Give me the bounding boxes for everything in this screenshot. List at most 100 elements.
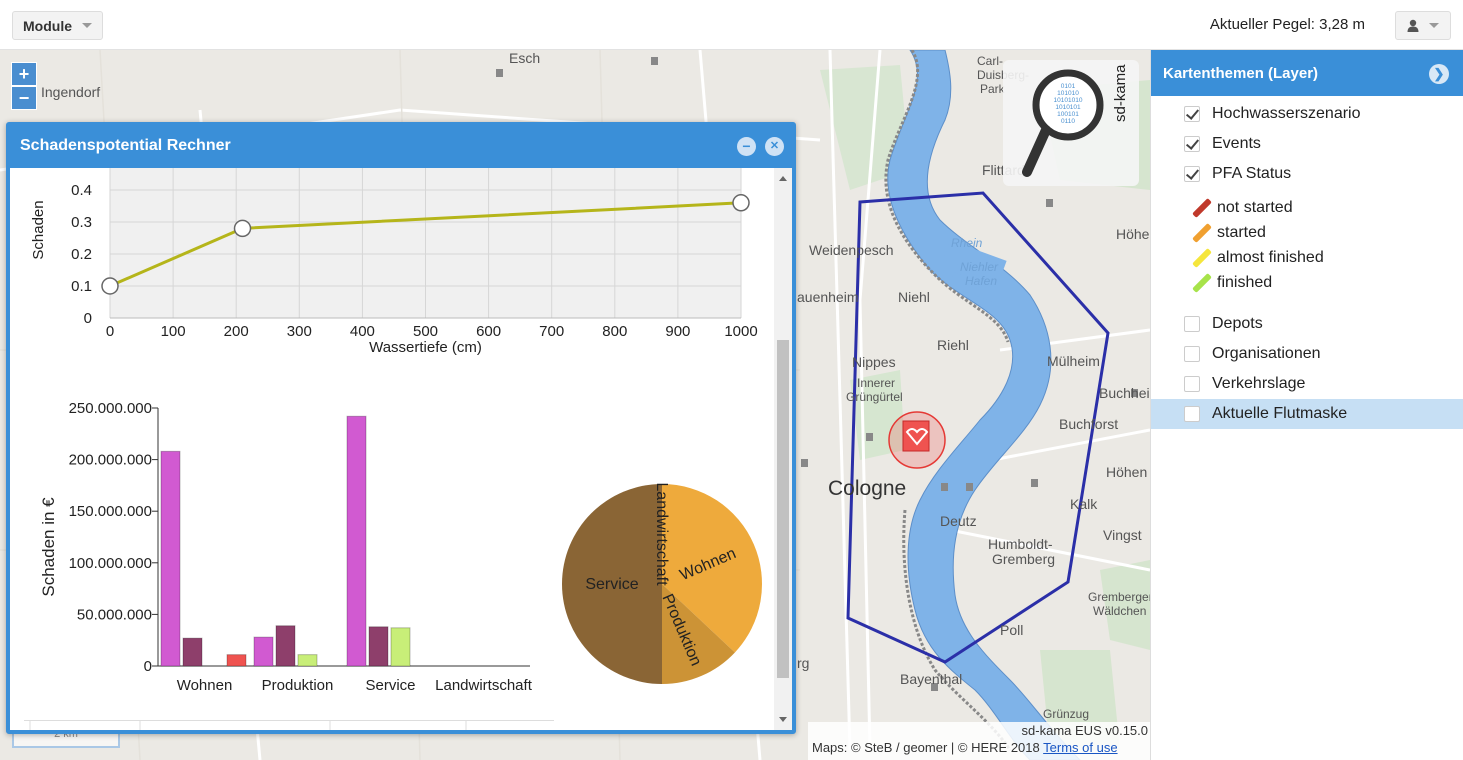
map-label: Gremberg (992, 551, 1056, 567)
y-tick-label: 0.1 (71, 278, 92, 295)
x-tick-label: 300 (287, 323, 312, 340)
data-point-handle[interactable] (732, 194, 750, 212)
layer-organisationen[interactable]: Organisationen (1151, 339, 1463, 369)
dialog-header[interactable]: Schadenspotential Rechner − ✕ (10, 126, 792, 168)
legend-swatch-icon (1192, 197, 1212, 218)
map-label: Carl- (977, 54, 1003, 68)
bar (346, 415, 367, 667)
x-tick-label: 1000 (724, 323, 757, 340)
bar (390, 627, 411, 667)
minimize-icon[interactable]: − (737, 137, 756, 156)
x-tick-label: Wohnen (177, 677, 233, 694)
layer-checkbox[interactable] (1184, 376, 1200, 392)
layer-label: Verkehrslage (1212, 375, 1306, 392)
user-icon (1407, 19, 1419, 32)
module-label: Module (23, 17, 72, 34)
x-tick-label: 400 (350, 323, 375, 340)
water-level-display: Aktueller Pegel: 3,28 m (1209, 16, 1365, 33)
map-water-label: Hafen (965, 274, 998, 288)
legend-not-started: not started (1151, 195, 1463, 220)
table-stub (24, 720, 554, 730)
x-tick-label: 800 (602, 323, 627, 340)
svg-text:100101: 100101 (1057, 111, 1079, 118)
layer-aktuelle-flutmaske[interactable]: Aktuelle Flutmaske (1151, 399, 1463, 429)
layer-checkbox[interactable] (1184, 136, 1200, 152)
layer-checkbox[interactable] (1184, 316, 1200, 332)
map-label: Deutz (940, 513, 977, 529)
layer-checkbox[interactable] (1184, 106, 1200, 122)
layer-checkbox[interactable] (1184, 166, 1200, 182)
bar (275, 625, 296, 667)
svg-text:0110: 0110 (1061, 118, 1075, 125)
map-label: rg (797, 655, 810, 671)
layer-panel: Kartenthemen (Layer) ❯ Hochwasserszenari… (1150, 50, 1463, 760)
layer-pfa-status[interactable]: PFA Status (1151, 159, 1463, 189)
legend-swatch-icon (1192, 272, 1212, 293)
collapse-panel-icon[interactable]: ❯ (1429, 64, 1449, 84)
brand-label: sd-kama (1112, 64, 1129, 122)
layer-checkbox[interactable] (1184, 406, 1200, 422)
scroll-up-icon[interactable] (779, 176, 787, 181)
x-tick-label: 200 (224, 323, 249, 340)
module-dropdown-button[interactable]: Module (12, 11, 103, 40)
map-label: Kalk (1070, 496, 1098, 512)
map-label: Buchforst (1059, 416, 1119, 432)
scrollbar-thumb[interactable] (777, 340, 789, 678)
magnifier-logo-icon: 0101 101010 10101010 1010101 100101 0110 (1022, 69, 1104, 177)
pie-label: Landwirtschaft (653, 482, 670, 586)
map-label: Grünzug (1043, 707, 1090, 721)
dialog-title: Schadenspotential Rechner (20, 137, 231, 154)
close-icon[interactable]: ✕ (765, 137, 784, 156)
data-point-handle[interactable] (101, 277, 119, 295)
user-menu-button[interactable] (1395, 11, 1451, 40)
legend-finished: finished (1151, 270, 1463, 295)
map-label: Grüngürtel (846, 390, 903, 404)
version-label: sd-kama EUS v0.15.0 (1021, 723, 1148, 738)
pie-label: Service (585, 576, 638, 593)
map-label: auenheim (797, 289, 859, 305)
y-tick-label: 200.000.000 (69, 452, 152, 469)
layer-verkehrslage[interactable]: Verkehrslage (1151, 369, 1463, 399)
legend-label: finished (1217, 273, 1273, 291)
x-tick-label: 700 (539, 323, 564, 340)
data-point-handle[interactable] (233, 219, 252, 238)
map-label: Poll (1000, 622, 1024, 638)
map-label: Innerer (857, 376, 896, 390)
legend-label: almost finished (1217, 248, 1324, 266)
bar (160, 450, 181, 667)
zoom-controls: + − (11, 62, 37, 110)
y-axis-label: Schaden in € (39, 497, 58, 597)
x-tick-label: 900 (665, 323, 690, 340)
map-label: Vingst (1103, 527, 1142, 543)
bar (182, 637, 203, 667)
layer-hochwasserszenario[interactable]: Hochwasserszenario (1151, 99, 1463, 129)
damage-bar-chart: 0 50.000.000 100.000.000 150.000.000 200.000… (39, 400, 533, 694)
layer-label: Depots (1212, 315, 1263, 332)
y-axis-label: Schaden (30, 200, 47, 259)
layer-label: PFA Status (1212, 165, 1292, 182)
y-tick-label: 0.4 (71, 182, 92, 199)
terms-of-use-link[interactable]: Terms of use (1043, 740, 1117, 755)
x-tick-label: Landwirtschaft (435, 677, 533, 694)
map-label: Gremberger (1088, 590, 1150, 604)
scroll-down-icon[interactable] (779, 717, 787, 722)
bar (253, 636, 274, 667)
map-label: Höhe (1116, 226, 1150, 242)
layer-checkbox[interactable] (1184, 346, 1200, 362)
damage-pie-chart: WohnenProduktionService Landwirtschaft (562, 482, 762, 684)
zoom-in-button[interactable]: + (11, 62, 37, 86)
layer-events[interactable]: Events (1151, 129, 1463, 159)
legend-swatch-icon (1192, 222, 1212, 243)
attribution-text: Maps: © SteB / geomer | © HERE 2018 Term… (812, 740, 1118, 755)
zoom-out-button[interactable]: − (11, 86, 37, 110)
map-label: Niehl (898, 289, 930, 305)
x-tick-label: 500 (413, 323, 438, 340)
layer-depots[interactable]: Depots (1151, 309, 1463, 339)
layer-label: Aktuelle Flutmaske (1212, 405, 1348, 422)
x-tick-label: Service (365, 677, 415, 694)
dialog-scrollbar[interactable] (774, 168, 792, 730)
bar (368, 626, 389, 667)
map-label: Buchheim (1099, 385, 1150, 401)
map-label: Riehl (937, 337, 969, 353)
legend-swatch-icon (1192, 247, 1212, 268)
